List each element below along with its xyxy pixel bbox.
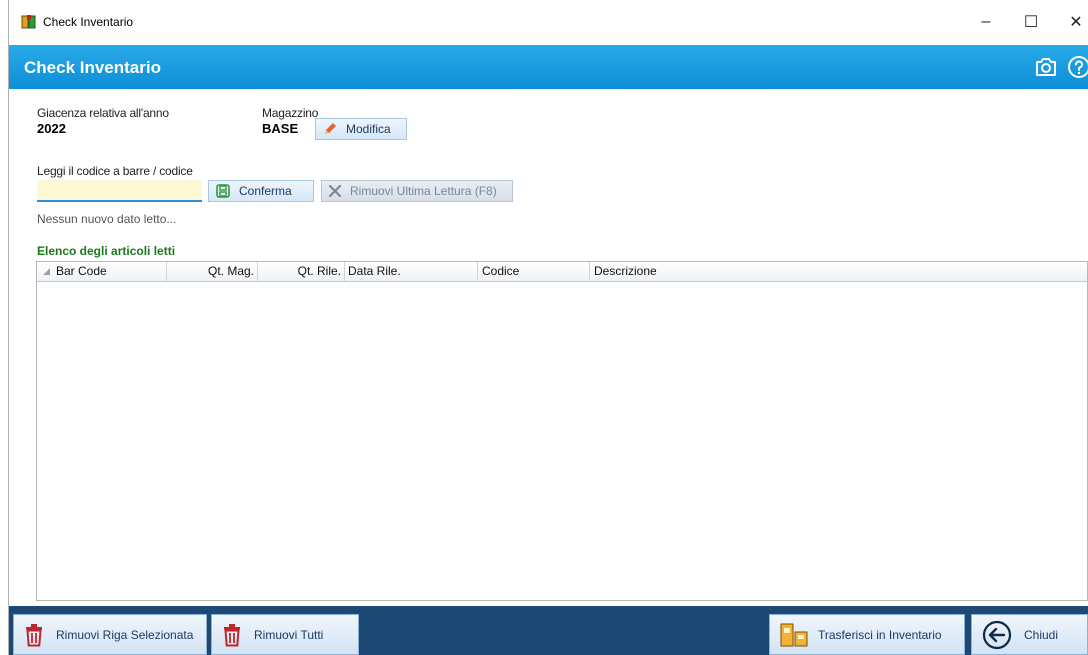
page-title: Check Inventario: [24, 58, 161, 77]
confirm-button[interactable]: Conferma: [208, 180, 314, 202]
transfer-label: Trasferisci in Inventario: [818, 627, 942, 642]
scan-status: Nessun nuovo dato letto...: [37, 212, 177, 226]
barcode-input[interactable]: [37, 180, 202, 202]
remove-selected-row-label: Rimuovi Riga Selezionata: [56, 627, 194, 642]
column-header-descrizione[interactable]: Descrizione: [590, 262, 1087, 281]
remove-all-button[interactable]: Rimuovi Tutti: [211, 614, 359, 655]
pencil-icon: [325, 123, 336, 134]
close-window-button[interactable]: ✕: [1056, 8, 1088, 36]
bottom-toolbar: Rimuovi Riga Selezionata Rimuovi Tutti T…: [9, 606, 1088, 655]
trash-icon: [224, 623, 240, 646]
column-header-qt-rile[interactable]: Qt. Rile.: [258, 262, 345, 281]
minimize-button[interactable]: –: [966, 8, 1006, 36]
articles-grid[interactable]: Bar Code Qt. Mag. Qt. Rile. Data Rile. C…: [36, 261, 1088, 601]
window-titlebar[interactable]: Check Inventario – ☐ ✕: [9, 0, 1088, 44]
grid-header: Bar Code Qt. Mag. Qt. Rile. Data Rile. C…: [37, 262, 1087, 282]
window-title: Check Inventario: [43, 15, 134, 29]
warehouse-value: BASE: [262, 121, 299, 136]
confirm-button-label: Conferma: [239, 184, 292, 198]
column-header-label: Bar Code: [56, 264, 107, 278]
boxes-icon: [780, 623, 808, 646]
column-header-codice[interactable]: Codice: [478, 262, 590, 281]
x-icon: [328, 184, 342, 198]
back-arrow-icon: [982, 620, 1012, 649]
close-button[interactable]: Chiudi: [971, 614, 1088, 655]
sort-triangle-icon: [43, 268, 50, 276]
modify-warehouse-button[interactable]: Modifica: [315, 118, 407, 140]
help-icon[interactable]: [1067, 55, 1088, 79]
page-header: Check Inventario: [9, 45, 1088, 89]
window-border: [8, 0, 9, 655]
trash-icon: [26, 623, 42, 646]
save-icon: [216, 184, 230, 198]
remove-last-reading-button[interactable]: Rimuovi Ultima Lettura (F8): [321, 180, 513, 202]
year-label: Giacenza relativa all'anno: [37, 106, 169, 120]
column-header-data-rile[interactable]: Data Rile.: [345, 262, 478, 281]
close-label: Chiudi: [1024, 627, 1059, 642]
column-header-qt-mag[interactable]: Qt. Mag.: [167, 262, 258, 281]
warehouse-label: Magazzino: [262, 106, 319, 120]
camera-icon[interactable]: [1034, 55, 1058, 79]
year-value: 2022: [37, 121, 66, 136]
remove-all-label: Rimuovi Tutti: [254, 627, 324, 642]
app-icon: [21, 15, 36, 29]
scan-label: Leggi il codice a barre / codice: [37, 164, 193, 178]
column-header-barcode[interactable]: Bar Code: [37, 262, 167, 281]
maximize-button[interactable]: ☐: [1011, 8, 1051, 36]
list-title: Elenco degli articoli letti: [37, 244, 176, 258]
remove-selected-row-button[interactable]: Rimuovi Riga Selezionata: [13, 614, 207, 655]
transfer-to-inventory-button[interactable]: Trasferisci in Inventario: [769, 614, 965, 655]
modify-button-label: Modifica: [346, 122, 391, 136]
remove-last-reading-label: Rimuovi Ultima Lettura (F8): [350, 184, 497, 198]
